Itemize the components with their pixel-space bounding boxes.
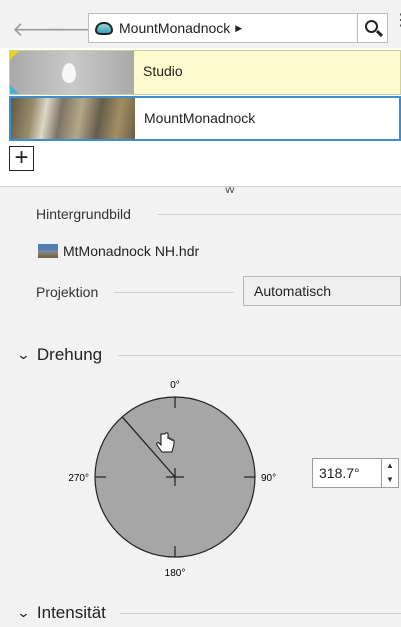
dial-label-270: 270° (68, 473, 89, 484)
studio-thumbnail (10, 51, 134, 94)
caret-right-icon: ▶ (235, 22, 243, 33)
spin-up-icon[interactable]: ▲ (382, 459, 398, 473)
search-button[interactable] (358, 13, 388, 43)
intensity-title: Intensität (36, 603, 106, 622)
projection-label: Projektion (36, 284, 99, 300)
chevron-down-icon: ⌄ (16, 347, 31, 362)
dial-label-0: 0° (170, 380, 180, 391)
dial-label-180: 180° (165, 568, 186, 579)
environment-item-studio[interactable]: Studio (9, 50, 401, 95)
dial-label-90: 90° (261, 473, 276, 484)
projection-dropdown[interactable]: Automatisch (243, 276, 401, 306)
chevron-down-icon: ⌄ (16, 605, 31, 620)
toolbar: 🡐 🡒 MountMonadnock ▶ ⋮ (0, 0, 401, 48)
splitter-handle[interactable]: ∨∨ (224, 185, 236, 196)
divider (0, 186, 401, 187)
add-environment-button[interactable]: + (9, 146, 34, 171)
environment-label: MountMonadnock (144, 110, 256, 126)
environment-item-mountmonadnock[interactable]: MountMonadnock (9, 96, 401, 141)
spin-down-icon[interactable]: ▼ (382, 473, 398, 487)
breadcrumb[interactable]: MountMonadnock ▶ (88, 13, 358, 43)
intensity-section-header[interactable]: ⌄ Intensität (16, 603, 106, 623)
background-file[interactable]: MtMonadnock NH.hdr (38, 241, 199, 261)
breadcrumb-label: MountMonadnock (119, 20, 231, 36)
background-file-name: MtMonadnock NH.hdr (63, 243, 200, 259)
rotation-title: Drehung (36, 345, 103, 364)
rotation-dial-area: 0° 90° 180° 270° (0, 370, 300, 590)
image-file-icon (38, 244, 58, 258)
environment-icon (95, 21, 113, 35)
angle-spinner[interactable]: ▲ ▼ (382, 458, 399, 488)
rotation-dial[interactable]: 0° 90° 180° 270° (0, 370, 300, 590)
environment-label: Studio (143, 63, 183, 79)
forward-arrow-icon[interactable]: 🡒 (49, 20, 103, 40)
rotation-angle-input[interactable]: 318.7° (312, 458, 382, 488)
background-image-label: Hintergrundbild (36, 206, 131, 222)
back-arrow-icon[interactable]: 🡐 (12, 20, 66, 40)
environment-list: Studio MountMonadnock + (0, 48, 401, 186)
more-vertical-icon[interactable]: ⋮ (393, 13, 401, 29)
mountmonadnock-thumbnail (11, 98, 135, 139)
rotation-section-header[interactable]: ⌄ Drehung (16, 345, 103, 365)
